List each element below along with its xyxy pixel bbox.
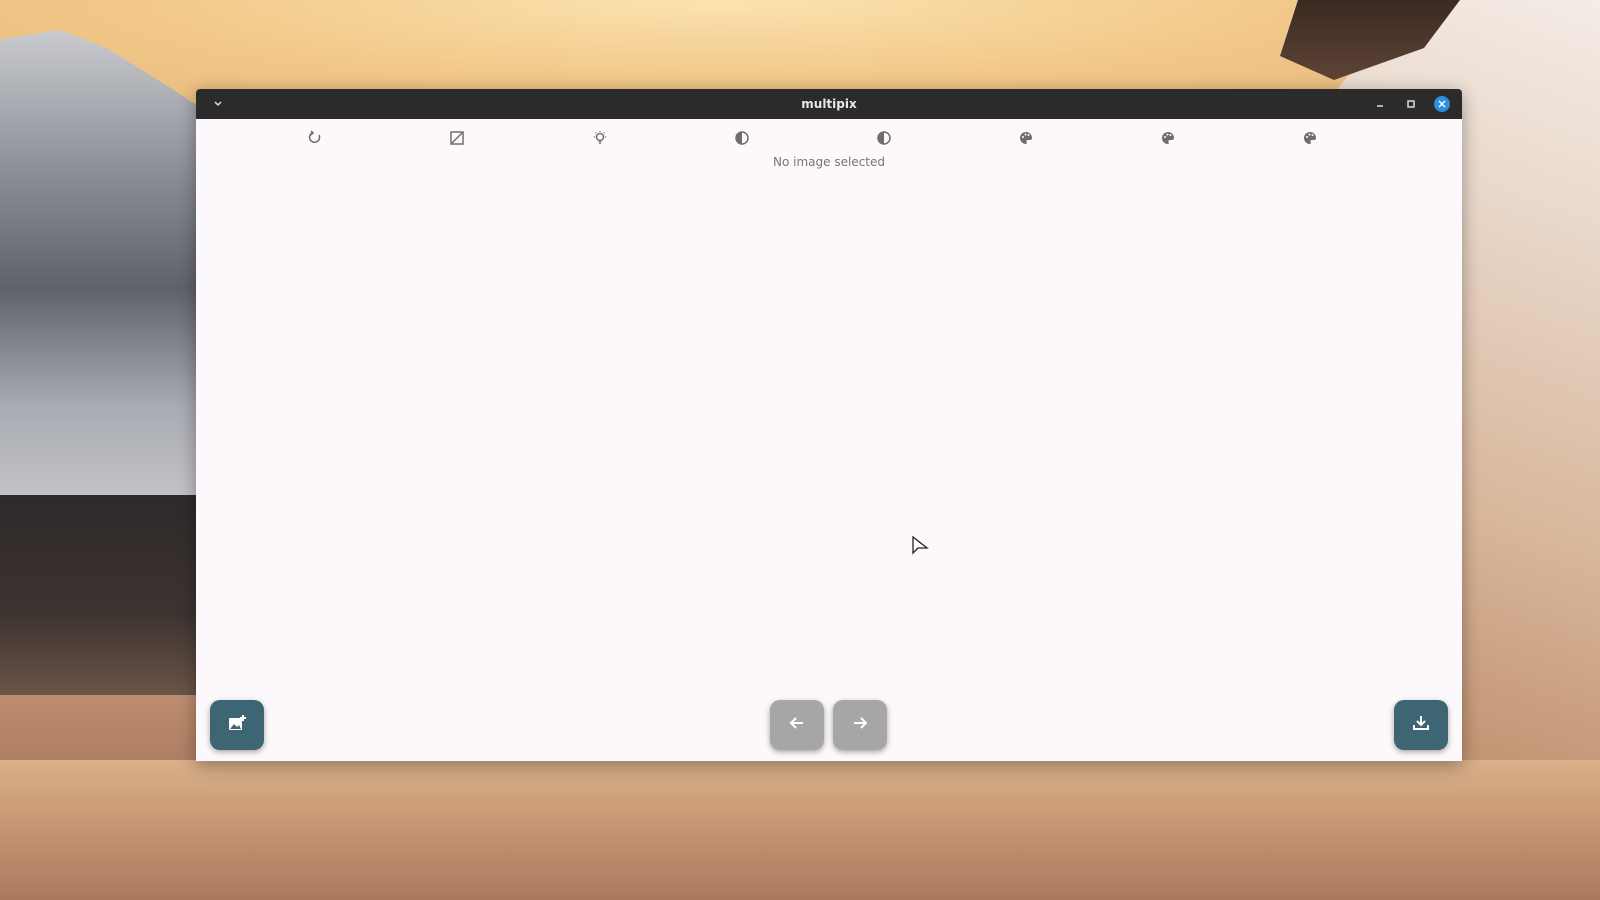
no-image-status: No image selected <box>773 155 885 169</box>
rotate-icon[interactable] <box>304 127 326 149</box>
add-image-icon <box>227 713 247 737</box>
contrast-alt-icon[interactable] <box>873 127 895 149</box>
download-icon <box>1411 713 1431 737</box>
app-window: multipix No image selected <box>196 89 1462 761</box>
open-image-button[interactable] <box>210 700 264 750</box>
arrow-right-icon <box>851 713 869 737</box>
wallpaper-ground <box>0 760 1600 900</box>
chevron-down-icon[interactable] <box>210 96 226 112</box>
edit-toolbar <box>196 119 1462 159</box>
titlebar[interactable]: multipix <box>196 89 1462 119</box>
minimize-icon[interactable] <box>1372 96 1388 112</box>
next-image-button[interactable] <box>833 700 887 750</box>
crop-icon[interactable] <box>446 127 468 149</box>
window-title: multipix <box>801 97 857 111</box>
palette-icon[interactable] <box>1015 127 1037 149</box>
maximize-icon[interactable] <box>1403 96 1419 112</box>
arrow-left-icon <box>788 713 806 737</box>
palette-third-icon[interactable] <box>1299 127 1321 149</box>
close-icon[interactable] <box>1434 96 1450 112</box>
save-image-button[interactable] <box>1394 700 1448 750</box>
contrast-icon[interactable] <box>731 127 753 149</box>
palette-alt-icon[interactable] <box>1157 127 1179 149</box>
previous-image-button[interactable] <box>770 700 824 750</box>
brightness-icon[interactable] <box>589 127 611 149</box>
